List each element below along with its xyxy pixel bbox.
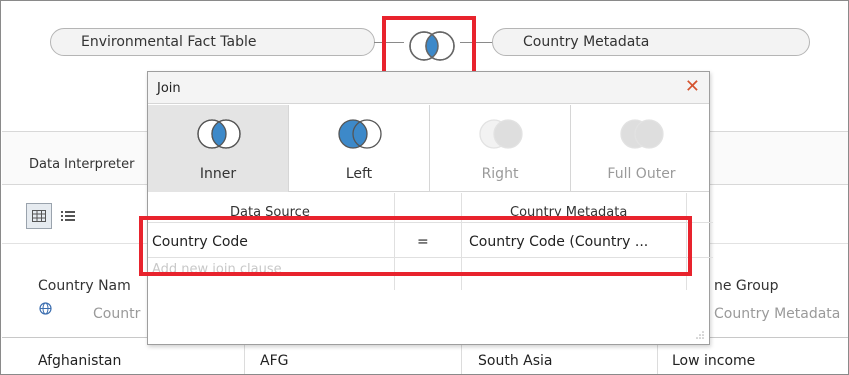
join-type-right[interactable]: Right bbox=[430, 105, 571, 192]
column-header-income-group[interactable]: ne Group bbox=[714, 278, 779, 294]
cell-income-group: Low income bbox=[672, 353, 756, 369]
globe-icon bbox=[39, 302, 52, 315]
inner-join-icon bbox=[197, 119, 241, 149]
list-view-icon bbox=[61, 211, 75, 221]
left-join-icon bbox=[338, 119, 382, 149]
join-icon-highlight bbox=[382, 16, 476, 76]
resize-grip-icon[interactable] bbox=[695, 330, 705, 340]
cell-country-name: Afghanistan bbox=[38, 353, 122, 369]
join-dialog-title: Join bbox=[157, 81, 181, 96]
join-clause-highlight bbox=[139, 216, 692, 276]
join-dialog: Join ✕ Inner Left Right Full Outer Data … bbox=[147, 71, 713, 345]
join-dialog-titlebar: Join ✕ bbox=[148, 72, 709, 104]
join-type-left-label: Left bbox=[345, 166, 373, 182]
grid-view-button[interactable] bbox=[26, 203, 52, 229]
grid-view-icon bbox=[32, 210, 46, 222]
join-type-full-outer[interactable]: Full Outer bbox=[571, 105, 712, 192]
join-type-right-label: Right bbox=[481, 166, 519, 182]
data-interpreter-label: Data Interpreter bbox=[29, 157, 135, 172]
column-source-income-group: Country Metadata bbox=[714, 306, 841, 322]
column-source-country-name: Countr bbox=[93, 306, 141, 322]
left-table-pill[interactable]: Environmental Fact Table bbox=[50, 28, 375, 56]
full-outer-join-icon bbox=[620, 119, 664, 149]
right-join-icon bbox=[479, 119, 523, 149]
left-table-name: Environmental Fact Table bbox=[81, 34, 257, 50]
right-table-pill[interactable]: Country Metadata bbox=[492, 28, 810, 56]
join-type-left[interactable]: Left bbox=[289, 105, 430, 192]
join-type-inner-label: Inner bbox=[199, 166, 237, 182]
column-header-country-name[interactable]: Country Nam bbox=[38, 278, 131, 294]
close-icon[interactable]: ✕ bbox=[685, 77, 700, 97]
join-type-selector: Inner Left Right Full Outer bbox=[148, 105, 709, 192]
cell-region: South Asia bbox=[478, 353, 553, 369]
cell-country-code: AFG bbox=[260, 353, 289, 369]
list-view-button[interactable] bbox=[55, 203, 81, 229]
tableau-data-source-window: Environmental Fact Table Country Metadat… bbox=[0, 0, 849, 375]
join-type-inner[interactable]: Inner bbox=[148, 105, 289, 192]
join-type-full-outer-label: Full Outer bbox=[607, 166, 676, 182]
right-table-name: Country Metadata bbox=[523, 34, 650, 50]
